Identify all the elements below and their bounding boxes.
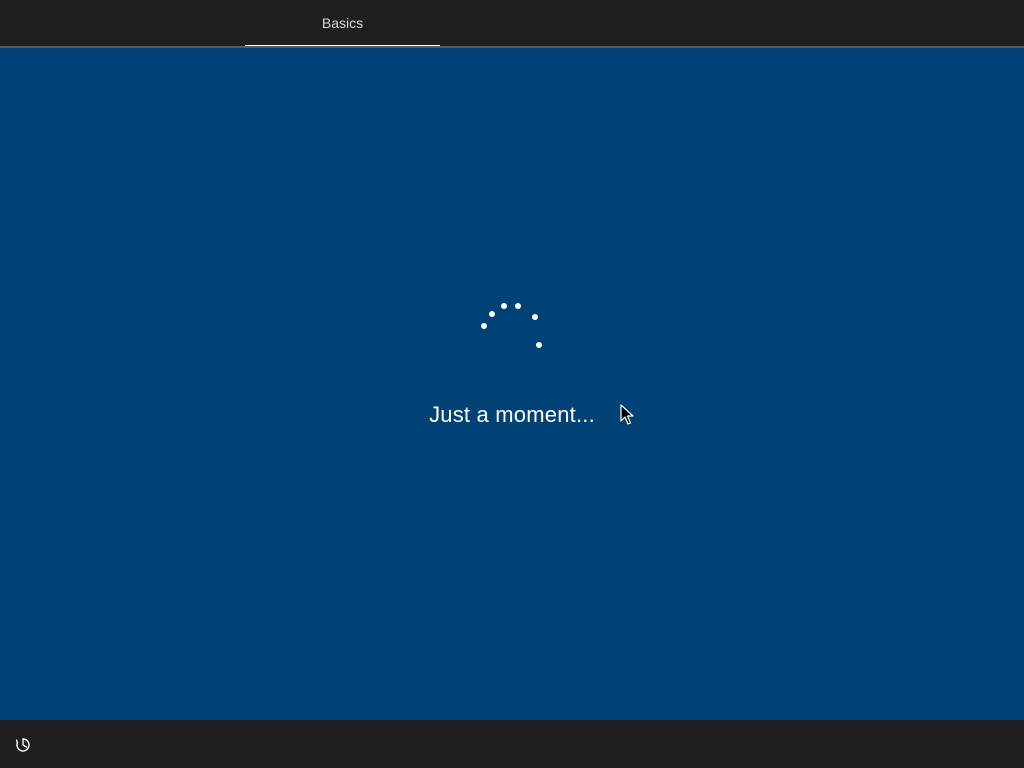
- spinner-dot: [515, 303, 521, 309]
- step-tab-label: Basics: [321, 15, 364, 31]
- spinner-dot: [501, 303, 507, 309]
- oobe-screen: Basics Just a moment...: [0, 0, 1024, 768]
- main-content: Just a moment...: [0, 48, 1024, 720]
- step-tab-basics[interactable]: Basics: [245, 0, 440, 46]
- mouse-pointer-icon: [620, 404, 634, 425]
- ease-of-access-button[interactable]: [10, 732, 36, 758]
- spinner-dot: [489, 311, 495, 317]
- status-message: Just a moment...: [429, 402, 595, 427]
- setup-step-bar: Basics: [0, 0, 1024, 48]
- loading-dots-icon: [481, 303, 542, 348]
- spinner-dot: [536, 342, 542, 348]
- spinner-dot: [532, 314, 538, 320]
- bottom-bar: [0, 720, 1024, 768]
- ease-of-access-icon: [15, 738, 30, 752]
- spinner-dot: [481, 323, 487, 329]
